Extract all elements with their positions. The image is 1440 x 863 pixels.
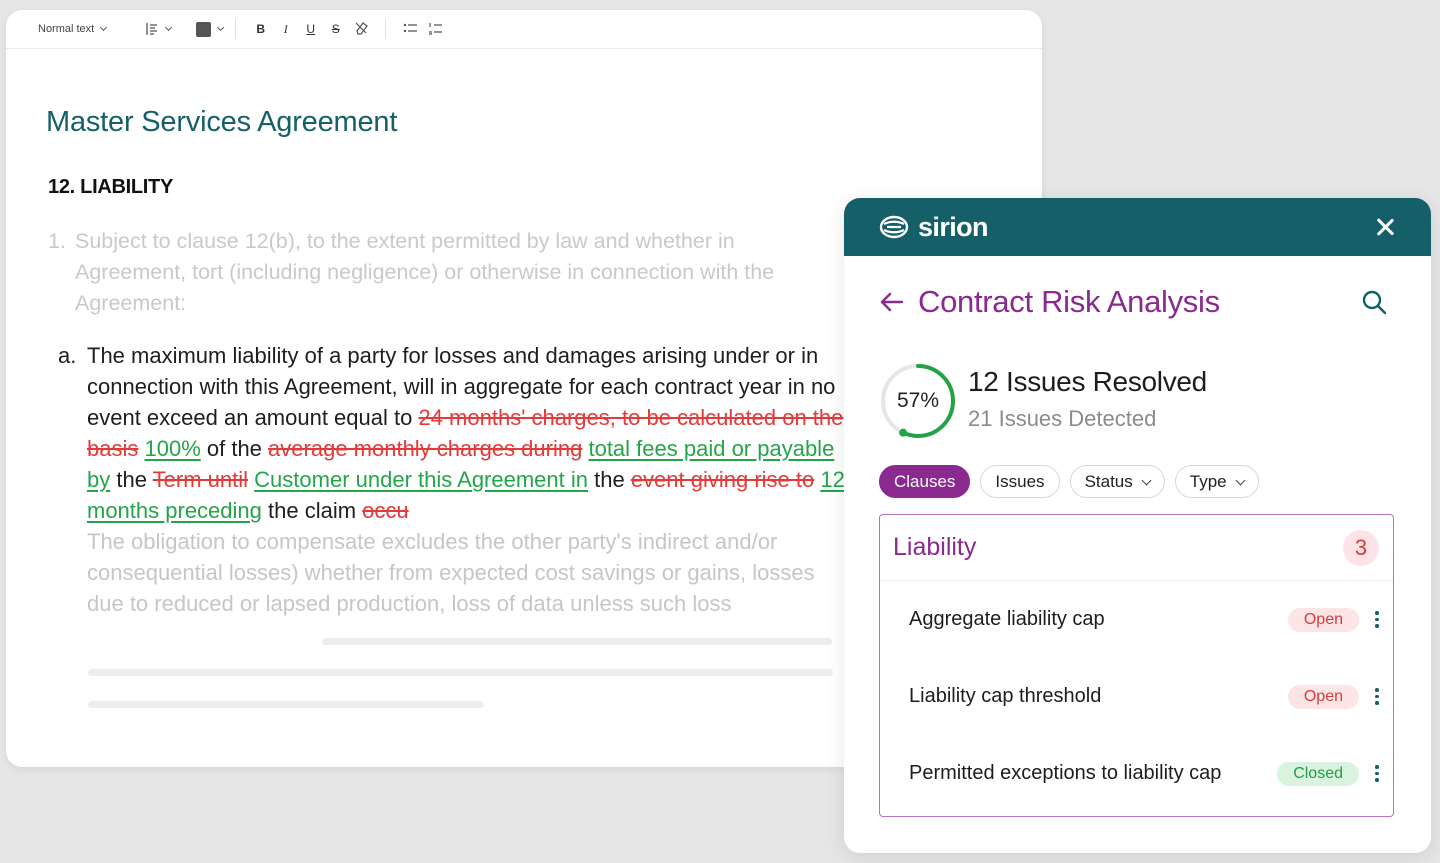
editor-toolbar: Normal text B I U S: [6, 10, 1042, 49]
toolbar-divider: [235, 19, 237, 39]
clause-item-label: Permitted exceptions to liability cap: [909, 762, 1222, 784]
more-options-icon[interactable]: [1373, 611, 1381, 628]
bullet-list-button[interactable]: [398, 21, 423, 38]
chevron-down-icon: [165, 23, 173, 32]
clause-group-title: Liability: [893, 533, 977, 561]
status-badge: Closed: [1277, 761, 1359, 786]
numbered-list-icon: [429, 22, 443, 35]
text-placeholder-line: [88, 669, 833, 676]
clause-number: 1.: [48, 229, 66, 253]
deleted-text[interactable]: average monthly charges during: [268, 436, 582, 461]
contract-risk-panel: sirion Contract Risk Analysis 57% 12 Iss…: [844, 198, 1431, 853]
deleted-text[interactable]: event giving rise to: [631, 467, 814, 492]
filter-bar: Clauses Issues Status Type: [879, 465, 1259, 498]
panel-header: sirion: [844, 198, 1431, 256]
clause-group-liability: Liability 3 Aggregate liability cap Open…: [879, 514, 1394, 817]
filter-status-dropdown[interactable]: Status: [1069, 465, 1165, 498]
document-title: Master Services Agreement: [46, 106, 398, 138]
faded-text: The obligation to compensate excludes th…: [87, 529, 815, 616]
chevron-down-icon: [1141, 475, 1152, 485]
progress-ring: 57%: [878, 361, 958, 441]
chevron-down-icon: [100, 23, 108, 32]
text-color-icon: [196, 21, 212, 37]
align-dropdown[interactable]: [145, 17, 173, 41]
panel-title: Contract Risk Analysis: [918, 284, 1220, 319]
toolbar-divider: [183, 19, 184, 39]
text-placeholder-line: [88, 701, 484, 708]
strikethrough-button[interactable]: S: [323, 22, 348, 36]
deleted-text[interactable]: Term until: [153, 467, 248, 492]
inserted-text[interactable]: 100%: [144, 436, 200, 461]
chevron-down-icon: [1235, 475, 1246, 485]
toolbar-divider: [132, 19, 133, 39]
list-item[interactable]: Liability cap threshold Open: [880, 658, 1393, 735]
underline-button[interactable]: U: [298, 22, 323, 36]
toolbar-divider: [385, 19, 387, 39]
clause-item-label: Liability cap threshold: [909, 685, 1102, 707]
sirion-logo-icon: [879, 215, 909, 239]
more-options-icon[interactable]: [1373, 688, 1381, 705]
progress-label: 57%: [896, 389, 940, 412]
deleted-text[interactable]: occu: [362, 498, 408, 523]
chevron-down-icon: [217, 23, 225, 32]
clause-text: Subject to clause 12(b), to the extent p…: [75, 229, 775, 315]
brand-name: sirion: [918, 211, 989, 242]
filter-label: Clauses: [894, 471, 956, 491]
issue-count-badge: 3: [1343, 529, 1379, 566]
text-segment: the: [110, 467, 153, 492]
text-color-dropdown[interactable]: [196, 17, 225, 41]
more-options-icon[interactable]: [1373, 765, 1381, 782]
list-item[interactable]: Aggregate liability cap Open: [880, 581, 1393, 658]
clause-1: 1. Subject to clause 12(b), to the exten…: [48, 226, 828, 319]
filter-clauses[interactable]: Clauses: [879, 465, 971, 498]
text-placeholder-line: [322, 638, 832, 645]
status-badge: Open: [1287, 684, 1359, 709]
status-badge: Open: [1287, 607, 1359, 632]
close-icon[interactable]: [1373, 215, 1397, 239]
filter-label: Issues: [995, 471, 1045, 491]
bullet-list-icon: [404, 23, 418, 32]
text-style-dropdown[interactable]: Normal text: [38, 17, 108, 41]
inserted-text[interactable]: Customer under this Agreement in: [254, 467, 588, 492]
text-style-label: Normal text: [38, 23, 95, 35]
clause-body: The maximum liability of a party for los…: [87, 340, 857, 619]
numbered-list-button[interactable]: [423, 21, 448, 38]
text-segment: of the: [200, 436, 269, 461]
clear-format-button[interactable]: [348, 21, 373, 38]
sirion-logo: sirion: [879, 211, 989, 243]
issues-resolved: 12 Issues Resolved: [968, 366, 1207, 397]
panel-title-row: Contract Risk Analysis: [878, 284, 1388, 320]
clause-group-header[interactable]: Liability 3: [880, 515, 1393, 581]
issues-detected: 21 Issues Detected: [968, 406, 1157, 431]
bold-button[interactable]: B: [248, 22, 273, 36]
list-item[interactable]: Permitted exceptions to liability cap Cl…: [880, 735, 1393, 812]
text-segment: the claim: [261, 498, 363, 523]
clause-number: a.: [58, 343, 77, 368]
back-arrow-icon[interactable]: [878, 288, 906, 316]
filter-label: Type: [1189, 471, 1227, 491]
search-icon[interactable]: [1360, 288, 1388, 316]
filter-issues[interactable]: Issues: [980, 465, 1060, 498]
align-left-icon: [146, 23, 158, 35]
text-segment: the: [588, 467, 631, 492]
italic-button[interactable]: I: [273, 22, 298, 37]
section-heading: 12. LIABILITY: [48, 176, 174, 198]
filter-label: Status: [1084, 471, 1133, 491]
clause-a: a. The maximum liability of a party for …: [58, 340, 858, 619]
clear-format-icon: [355, 21, 368, 35]
clause-item-label: Aggregate liability cap: [909, 608, 1105, 630]
filter-type-dropdown[interactable]: Type: [1174, 465, 1259, 498]
